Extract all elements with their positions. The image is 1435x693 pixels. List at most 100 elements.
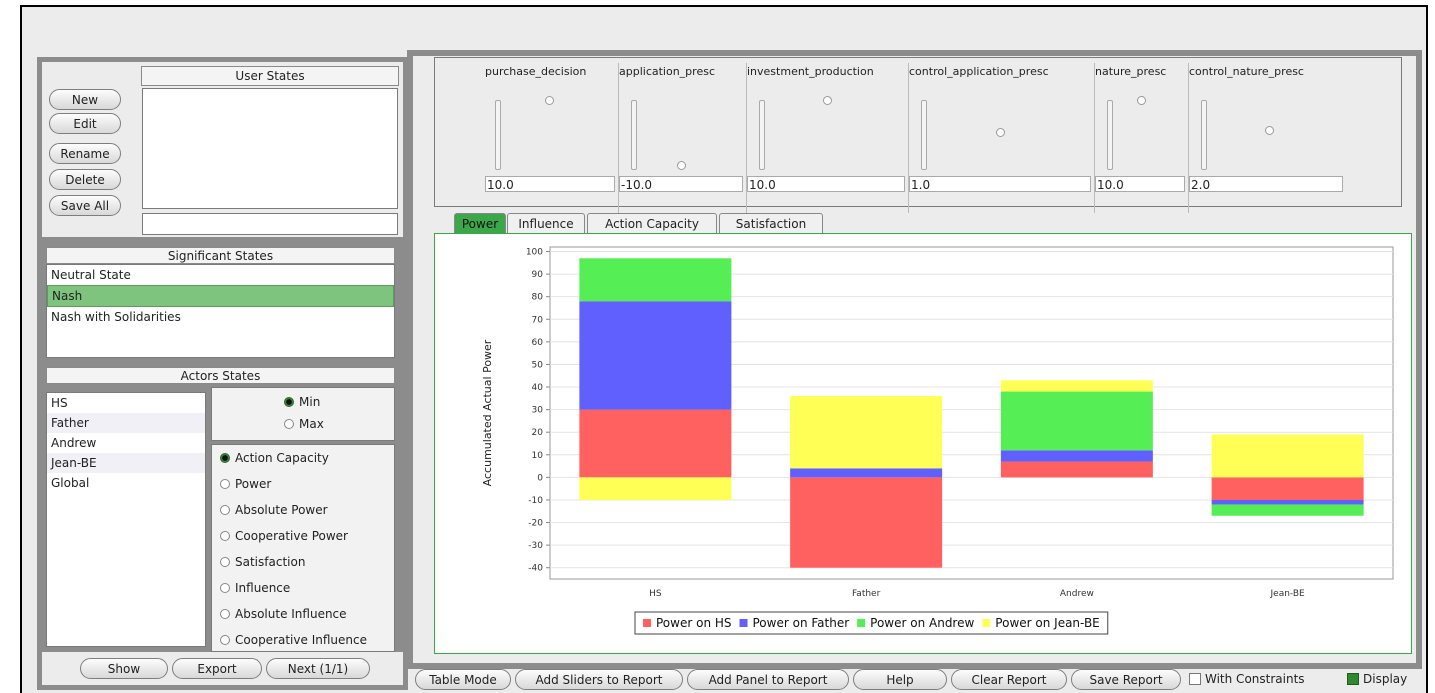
- metric-label: Cooperative Power: [235, 529, 348, 543]
- slider-track[interactable]: [759, 100, 765, 170]
- list-item[interactable]: Jean-BE: [47, 453, 205, 473]
- metric-radio-satisfaction[interactable]: Satisfaction: [220, 554, 305, 570]
- metric-radio-absolute-power[interactable]: Absolute Power: [220, 502, 328, 518]
- metric-label: Absolute Power: [235, 503, 328, 517]
- radio-off-icon: [220, 583, 230, 593]
- slider-track[interactable]: [631, 100, 637, 170]
- y-tick-label: 100: [526, 248, 543, 258]
- slider-control-application-presc[interactable]: control_application_presc 1.0: [909, 63, 1095, 213]
- metric-label: Cooperative Influence: [235, 633, 367, 647]
- slider-purchase-decision[interactable]: purchase_decision 10.0: [485, 63, 619, 213]
- list-item[interactable]: HS: [47, 393, 205, 413]
- edit-button[interactable]: Edit: [49, 113, 121, 134]
- legend-label: Power on Jean-BE: [995, 616, 1099, 630]
- bar-segment: [1211, 499, 1364, 505]
- with-constraints-checkbox[interactable]: With Constraints: [1189, 672, 1305, 686]
- metric-radio-cooperative-influence[interactable]: Cooperative Influence: [220, 632, 367, 648]
- bar-segment: [790, 477, 943, 568]
- legend-swatch: [739, 619, 748, 627]
- user-states-list[interactable]: [142, 88, 398, 209]
- list-item[interactable]: Global: [47, 473, 205, 493]
- new-button[interactable]: New: [49, 89, 121, 110]
- y-tick-label: 80: [532, 293, 544, 303]
- display-checkbox[interactable]: Display: [1347, 672, 1407, 686]
- bar-segment: [579, 258, 732, 302]
- tab-power[interactable]: Power: [454, 213, 506, 233]
- slider-knob[interactable]: [996, 128, 1005, 137]
- tab-action-capacity[interactable]: Action Capacity: [587, 213, 717, 233]
- y-tick-label: -10: [528, 496, 543, 506]
- slider-knob[interactable]: [545, 96, 554, 105]
- slider-value[interactable]: 10.0: [485, 176, 615, 192]
- metric-radio-influence[interactable]: Influence: [220, 580, 290, 596]
- slider-nature-presc[interactable]: nature_presc 10.0: [1095, 63, 1189, 213]
- y-tick-label: 10: [532, 451, 544, 461]
- y-tick-label: 60: [532, 338, 544, 348]
- user-states-header: User States: [141, 66, 399, 86]
- slider-value[interactable]: 10.0: [747, 176, 905, 192]
- slider-name: application_presc: [619, 65, 715, 78]
- slider-investment-production[interactable]: investment_production 10.0: [747, 63, 909, 213]
- actors-list[interactable]: HS Father Andrew Jean-BE Global: [46, 392, 206, 647]
- rename-button[interactable]: Rename: [49, 143, 121, 164]
- bar-segment: [579, 409, 732, 478]
- add-panel-to-report-button[interactable]: Add Panel to Report: [687, 669, 849, 690]
- significant-states-list[interactable]: Neutral State Nash Nash with Solidaritie…: [46, 264, 395, 358]
- slider-application-presc[interactable]: application_presc -10.0: [619, 63, 747, 213]
- show-button[interactable]: Show: [80, 658, 168, 679]
- radio-off-icon: [220, 531, 230, 541]
- add-sliders-to-report-button[interactable]: Add Sliders to Report: [515, 669, 683, 690]
- list-item[interactable]: Andrew: [47, 433, 205, 453]
- bar-segment: [790, 396, 943, 469]
- bar-segment: [790, 468, 943, 478]
- slider-value[interactable]: 10.0: [1095, 176, 1185, 192]
- bar-segment: [1000, 380, 1153, 392]
- delete-button[interactable]: Delete: [49, 169, 121, 190]
- save-all-button[interactable]: Save All: [49, 195, 121, 216]
- slider-track[interactable]: [495, 100, 501, 170]
- bar-segment: [1000, 461, 1153, 478]
- tab-satisfaction[interactable]: Satisfaction: [719, 213, 823, 233]
- metric-radio-cooperative-power[interactable]: Cooperative Power: [220, 528, 348, 544]
- tab-influence[interactable]: Influence: [507, 213, 585, 233]
- radio-on-icon: [220, 453, 230, 463]
- slider-knob[interactable]: [1137, 96, 1146, 105]
- x-tick-label: Andrew: [1060, 589, 1094, 599]
- slider-track[interactable]: [1201, 100, 1207, 170]
- slider-knob[interactable]: [1265, 126, 1274, 135]
- slider-knob[interactable]: [677, 161, 686, 170]
- slider-name: nature_presc: [1095, 65, 1167, 78]
- min-radio[interactable]: Min: [284, 394, 320, 410]
- y-tick-label: 70: [532, 315, 544, 325]
- list-item[interactable]: Nash with Solidarities: [47, 307, 394, 327]
- clear-report-button[interactable]: Clear Report: [951, 669, 1067, 690]
- metric-radio-absolute-influence[interactable]: Absolute Influence: [220, 606, 347, 622]
- save-report-button[interactable]: Save Report: [1071, 669, 1181, 690]
- bar-segment: [579, 301, 732, 410]
- slider-value[interactable]: 2.0: [1189, 176, 1343, 192]
- slider-knob[interactable]: [823, 96, 832, 105]
- bar-segment: [1211, 434, 1364, 478]
- help-button[interactable]: Help: [853, 669, 947, 690]
- sliders-panel: purchase_decision 10.0 application_presc…: [434, 57, 1402, 213]
- slider-control-nature-presc[interactable]: control_nature_presc 2.0: [1189, 63, 1347, 213]
- metric-label: Absolute Influence: [235, 607, 347, 621]
- slider-track[interactable]: [1107, 100, 1113, 170]
- user-state-name-input[interactable]: [142, 213, 398, 235]
- table-mode-button[interactable]: Table Mode: [415, 669, 511, 690]
- slider-value[interactable]: 1.0: [909, 176, 1091, 192]
- metric-radio-power[interactable]: Power: [220, 476, 271, 492]
- list-item-selected[interactable]: Nash: [47, 285, 394, 307]
- y-tick-label: 0: [537, 473, 543, 483]
- metric-label: Power: [235, 477, 272, 491]
- max-radio[interactable]: Max: [284, 416, 324, 432]
- slider-track[interactable]: [921, 100, 927, 170]
- y-tick-label: 50: [532, 360, 544, 370]
- list-item[interactable]: Neutral State: [47, 265, 394, 285]
- slider-value[interactable]: -10.0: [619, 176, 743, 192]
- metric-radio-action-capacity[interactable]: Action Capacity: [220, 450, 329, 466]
- list-item[interactable]: Father: [47, 413, 205, 433]
- export-button[interactable]: Export: [172, 658, 262, 679]
- right-panel: purchase_decision 10.0 application_presc…: [413, 56, 1416, 663]
- next-button[interactable]: Next (1/1): [266, 658, 370, 679]
